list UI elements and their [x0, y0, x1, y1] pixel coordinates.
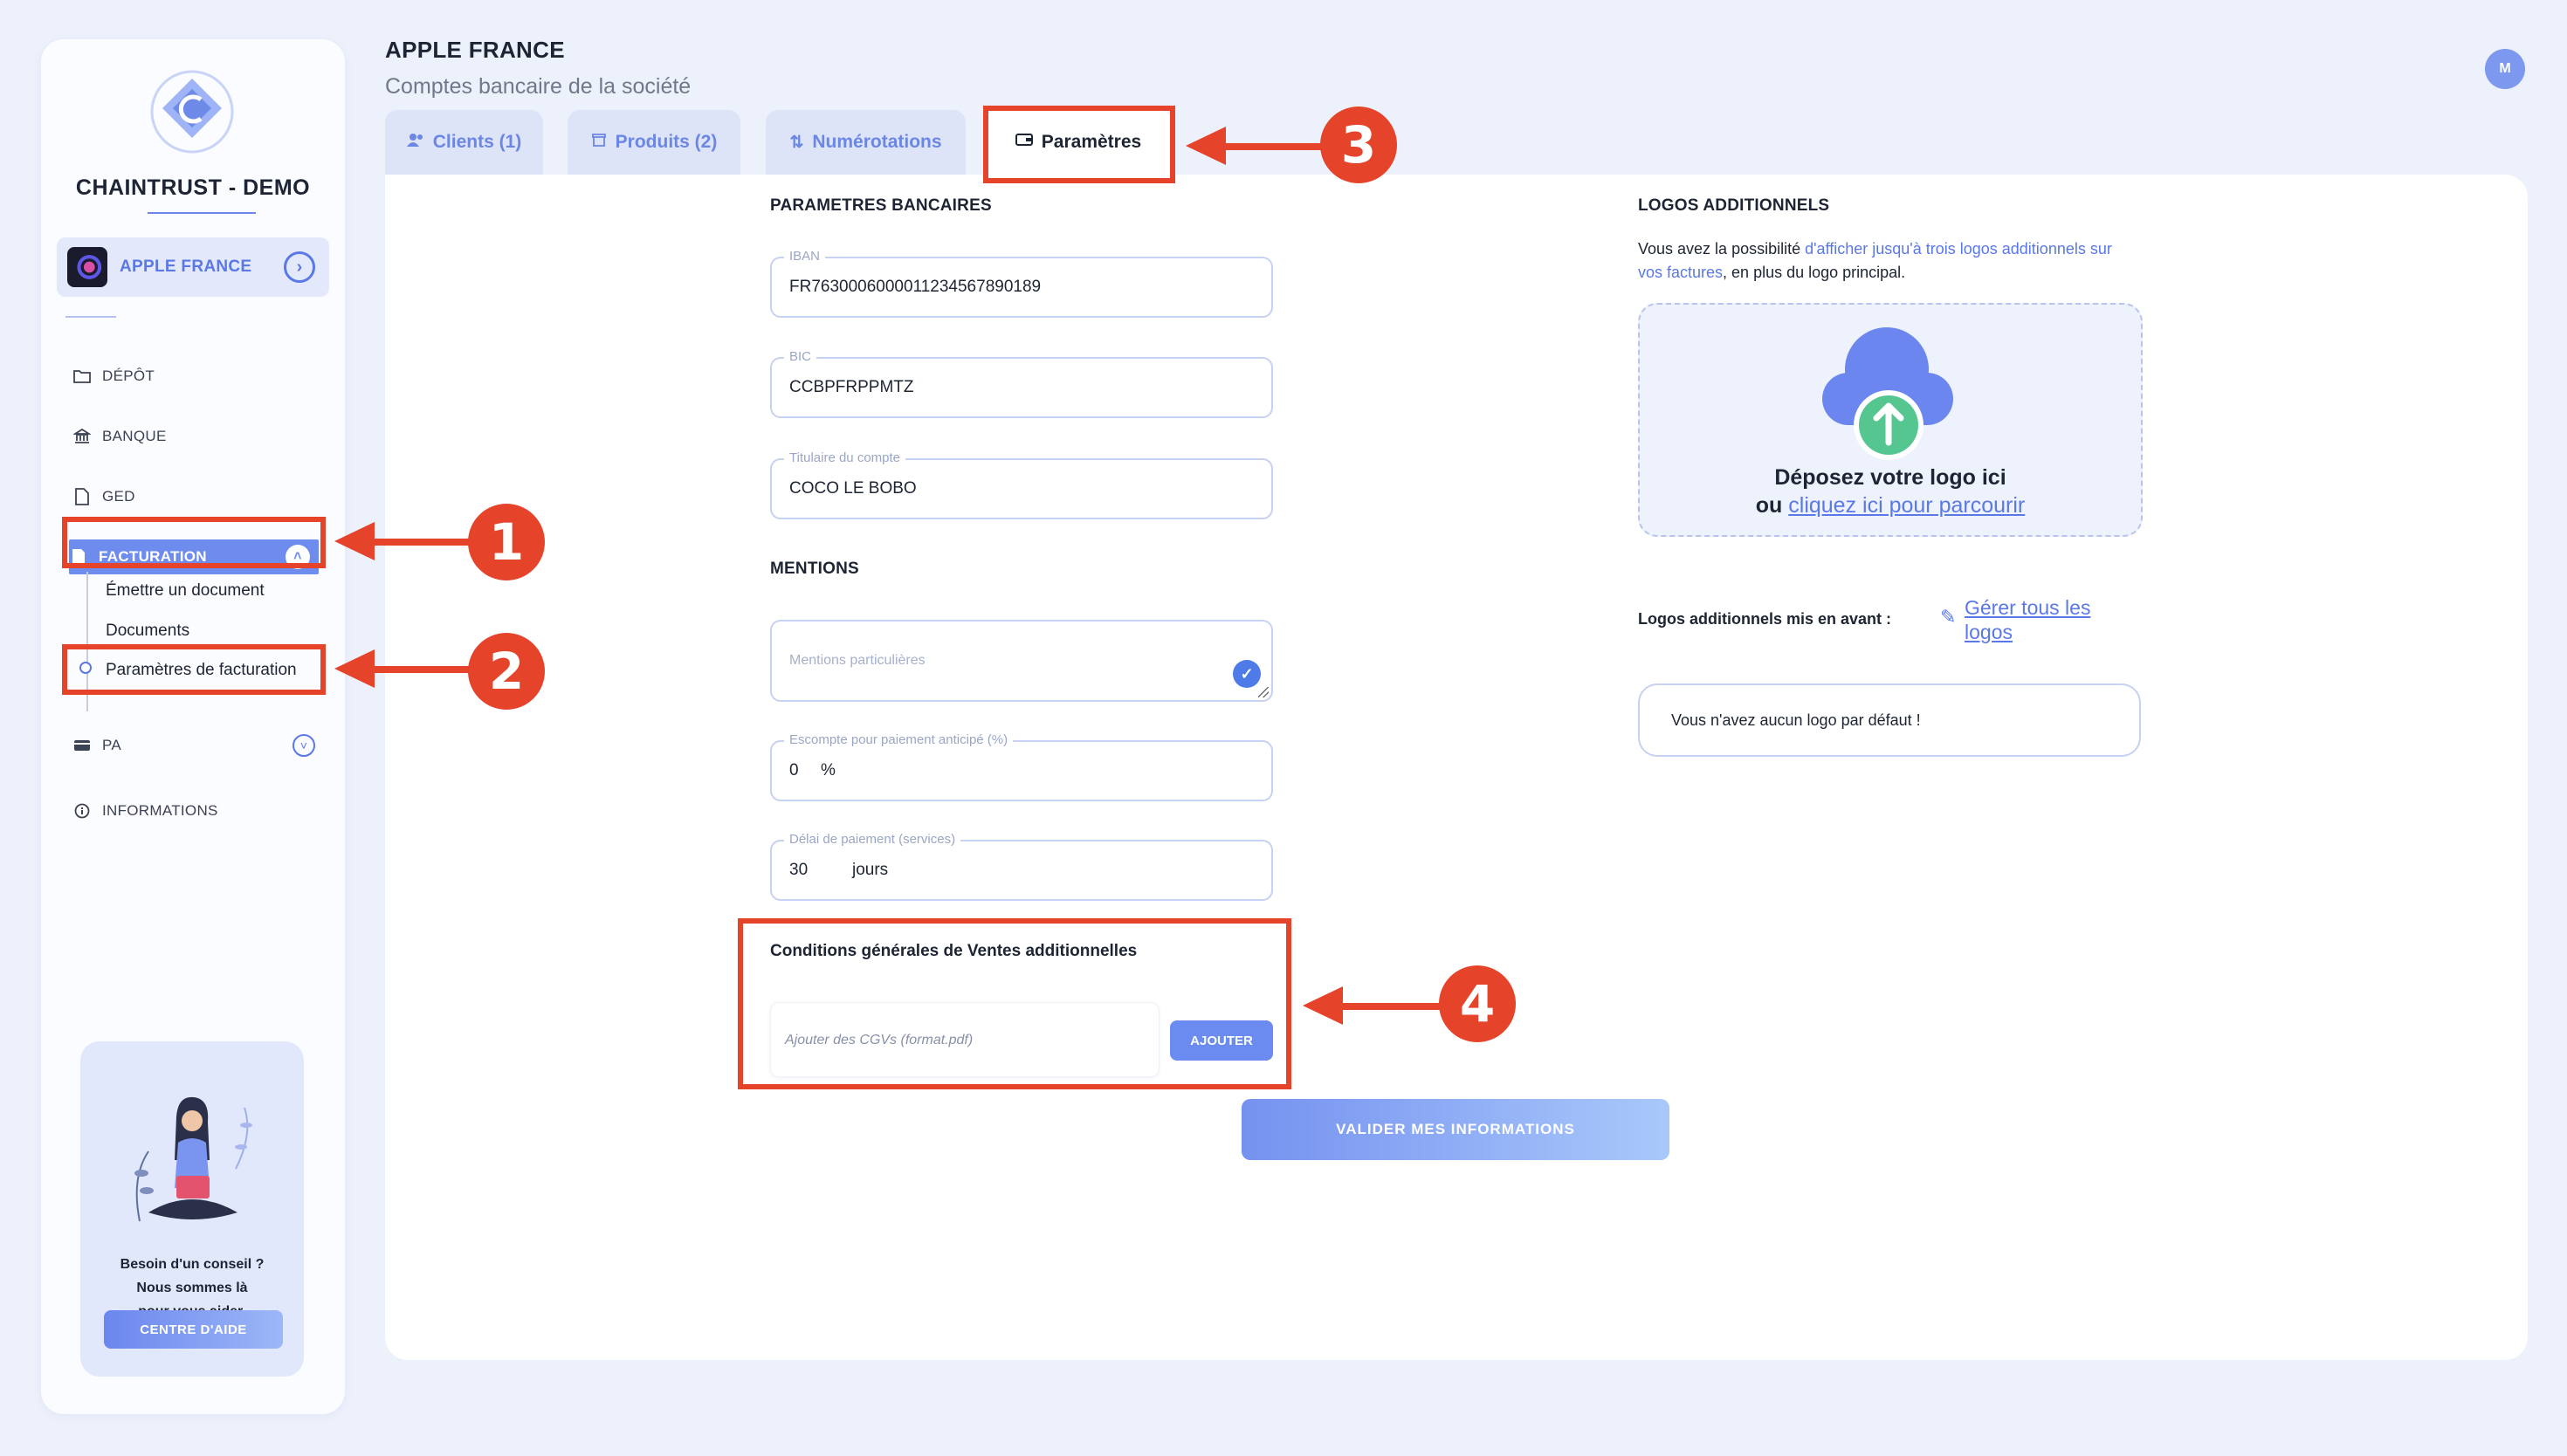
no-logo-message: Vous n'avez aucun logo par défaut ! — [1638, 683, 2141, 757]
field-value: CCBPFRPPMTZ — [789, 378, 914, 396]
arrow-4-line — [1339, 1003, 1449, 1010]
field-label: Titulaire du compte — [784, 450, 906, 465]
validate-button[interactable]: VALIDER MES INFORMATIONS — [1242, 1099, 1669, 1160]
sidebar-item-label: DÉPÔT — [102, 367, 155, 384]
resize-handle-icon[interactable] — [1258, 687, 1269, 697]
logos-description: Vous avez la possibilité d'afficher jusq… — [1638, 240, 2112, 281]
annotation-badge-3: 3 — [1320, 106, 1397, 183]
discount-field[interactable]: Escompte pour paiement anticipé (%) 0 % — [770, 732, 1273, 801]
sidebar-item-label: PA — [102, 737, 122, 753]
annotation-badge-1: 1 — [468, 504, 545, 580]
arrow-3-line — [1222, 143, 1327, 150]
folder-upload-icon — [72, 367, 92, 386]
company-avatar — [67, 247, 107, 287]
company-selector[interactable]: APPLE FRANCE › — [57, 237, 329, 297]
mentions-section-heading: MENTIONS — [770, 560, 859, 578]
browse-link[interactable]: cliquez ici pour parcourir — [1788, 493, 2025, 518]
no-logo-text: Vous n'avez aucun logo par défaut ! — [1671, 711, 1921, 729]
sidebar-item-label: GED — [102, 488, 135, 505]
annotation-box-4 — [738, 918, 1291, 1089]
dropzone-subtitle: ou cliquez ici pour parcourir — [1755, 493, 2026, 518]
user-avatar[interactable]: M — [2485, 49, 2525, 89]
field-unit: % — [821, 761, 836, 780]
field-label: Délai de paiement (services) — [784, 832, 961, 847]
account-holder-field[interactable]: Titulaire du compte COCO LE BOBO — [770, 450, 1273, 519]
iban-field[interactable]: IBAN FR7630006000011234567890189 — [770, 249, 1273, 318]
dropzone-title: Déposez votre logo ici — [1774, 465, 2006, 490]
page-subtitle: Comptes bancaire de la société — [385, 74, 692, 99]
tab-clients[interactable]: Clients (1) — [385, 110, 543, 175]
field-label: BIC — [784, 349, 817, 364]
bank-icon — [72, 427, 92, 446]
page-title: APPLE FRANCE — [385, 37, 565, 63]
arrow-3-head-icon — [1186, 127, 1226, 165]
chaintrust-logo — [150, 70, 234, 154]
arrow-2-head-icon — [334, 649, 375, 688]
submenu-documents[interactable]: Documents — [106, 622, 189, 641]
cloud-upload-icon — [1822, 327, 1953, 460]
tab-label: Clients (1) — [432, 132, 522, 152]
sidebar-item-banque[interactable]: BANQUE — [72, 419, 326, 454]
submenu-emettre-document[interactable]: Émettre un document — [106, 581, 265, 601]
sidebar-item-ged[interactable]: GED — [72, 479, 326, 514]
arrow-1-head-icon — [334, 522, 375, 560]
payment-delay-field[interactable]: Délai de paiement (services) 30 jours — [770, 832, 1273, 901]
special-mentions-textarea[interactable]: Mentions particulières ✓ — [770, 620, 1273, 702]
annotation-box-2 — [62, 644, 326, 695]
sidebar: CHAINTRUST - DEMO APPLE FRANCE › DÉPÔT B… — [41, 39, 345, 1414]
company-name: APPLE FRANCE — [120, 258, 252, 276]
settings-panel — [385, 175, 2528, 1360]
brand-name: CHAINTRUST - DEMO — [75, 175, 311, 200]
info-icon — [72, 801, 92, 821]
tab-produits[interactable]: Produits (2) — [568, 110, 740, 175]
tab-label: Numérotations — [812, 132, 942, 152]
field-value: 0 — [789, 761, 799, 780]
field-unit: jours — [852, 861, 889, 879]
check-icon: ✓ — [1233, 660, 1261, 688]
field-value: 30 — [789, 861, 809, 879]
meditation-illustration — [134, 1096, 252, 1222]
sidebar-item-label: INFORMATIONS — [102, 802, 218, 819]
field-label: Escompte pour paiement anticipé (%) — [784, 732, 1014, 747]
arrow-4-head-icon — [1303, 986, 1343, 1025]
sort-icon: ⇅ — [789, 133, 804, 152]
featured-logos-label: Logos additionnels mis en avant : — [1638, 610, 1892, 628]
manage-logos-link[interactable]: Gérer tous les logos — [1942, 595, 2116, 644]
arrow-2-line — [371, 666, 476, 673]
help-card: Besoin d'un conseil ? Nous sommes là pou… — [80, 1041, 304, 1377]
help-center-button[interactable]: CENTRE D'AIDE — [104, 1310, 283, 1349]
bank-section-heading: PARAMETRES BANCAIRES — [770, 196, 992, 215]
annotation-box-1 — [62, 517, 326, 568]
document-icon — [72, 487, 92, 506]
placeholder: Mentions particulières — [789, 653, 926, 668]
users-icon — [406, 133, 424, 152]
field-value: COCO LE BOBO — [789, 479, 917, 498]
box-icon — [591, 132, 607, 153]
field-label: IBAN — [784, 249, 826, 264]
field-value: FR7630006000011234567890189 — [789, 278, 1042, 296]
sidebar-item-depot[interactable]: DÉPÔT — [72, 359, 326, 394]
sidebar-item-label: BANQUE — [102, 428, 167, 444]
logo-dropzone[interactable]: Déposez votre logo ici ou cliquez ici po… — [1638, 303, 2143, 537]
annotation-box-3 — [983, 106, 1175, 183]
chevron-right-icon[interactable]: › — [284, 251, 315, 283]
chevron-down-icon[interactable]: ˅ — [292, 734, 315, 757]
tab-numerotations[interactable]: ⇅ Numérotations — [766, 110, 966, 175]
annotation-badge-4: 4 — [1439, 965, 1516, 1042]
logos-section-heading: LOGOS ADDITIONNELS — [1638, 196, 1830, 215]
brand-underline — [148, 212, 256, 214]
tab-label: Produits (2) — [615, 132, 718, 152]
annotation-badge-2: 2 — [468, 633, 545, 710]
card-icon — [72, 736, 92, 755]
sidebar-divider — [65, 316, 116, 318]
arrow-1-line — [371, 539, 476, 546]
sidebar-item-informations[interactable]: INFORMATIONS — [72, 793, 326, 828]
bic-field[interactable]: BIC CCBPFRPPMTZ — [770, 349, 1273, 418]
sidebar-item-pa[interactable]: PA ˅ — [72, 728, 326, 763]
